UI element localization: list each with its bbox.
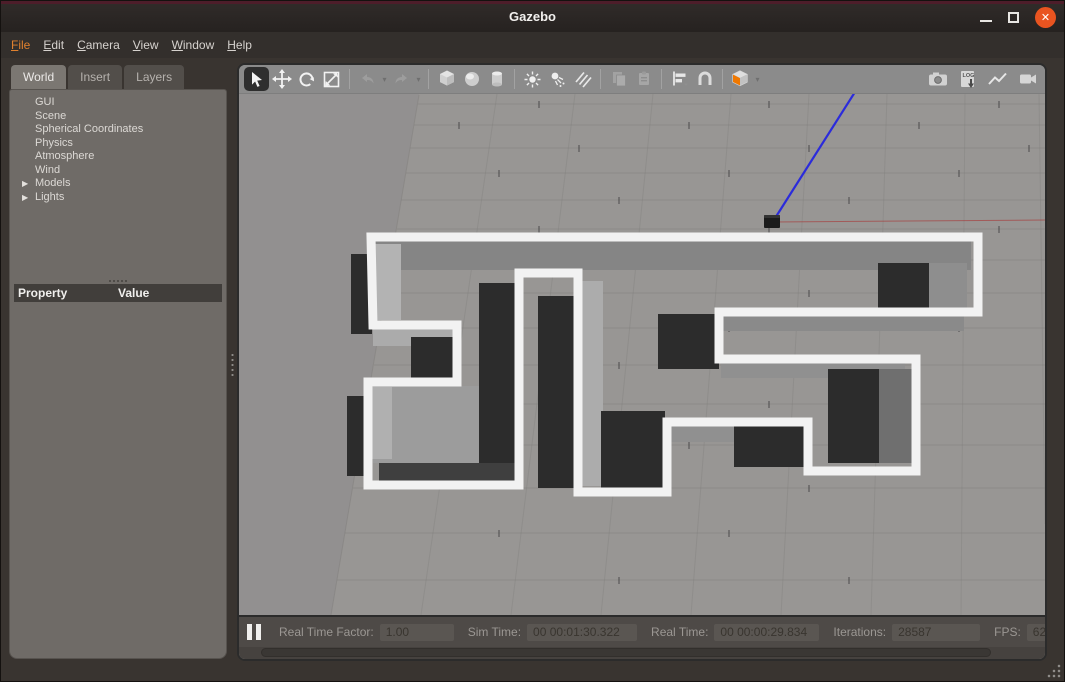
paste-button[interactable]: [631, 67, 656, 91]
render-viewport-widget: ▾ ▾: [237, 63, 1047, 661]
plot-button[interactable]: [985, 67, 1010, 91]
left-panel: World Insert Layers GUI Scene Spherical …: [9, 65, 227, 659]
simulation-statusbar: Real Time Factor: 1.00 Sim Time: 00 00:0…: [239, 615, 1045, 647]
tab-insert[interactable]: Insert: [68, 65, 122, 89]
screenshot-button[interactable]: [925, 67, 950, 91]
resize-grip[interactable]: [1047, 664, 1061, 678]
tree-item-wind[interactable]: Wind: [10, 164, 226, 178]
vertical-splitter-handle[interactable]: [229, 353, 235, 377]
insert-box-button[interactable]: [434, 67, 459, 91]
directional-light-button[interactable]: [570, 67, 595, 91]
world-panel-body: GUI Scene Spherical Coordinates Physics …: [9, 89, 227, 659]
fps-label: FPS:: [994, 625, 1021, 639]
translate-tool-button[interactable]: [269, 67, 294, 91]
maximize-button[interactable]: [1008, 12, 1019, 23]
expander-icon[interactable]: ▶: [22, 191, 28, 205]
window-title: Gazebo: [1, 4, 1064, 32]
tree-item-lights[interactable]: ▶Lights: [10, 191, 226, 205]
sim-time-label: Sim Time:: [468, 625, 521, 639]
snap-tool-button[interactable]: [692, 67, 717, 91]
value-column-header: Value: [118, 286, 149, 300]
spot-light-button[interactable]: [545, 67, 570, 91]
tree-item-gui[interactable]: GUI: [10, 96, 226, 110]
toolbar-separator: [661, 69, 662, 89]
toolbar-separator: [349, 69, 350, 89]
real-time-factor-label: Real Time Factor:: [279, 625, 374, 639]
world-tree: GUI Scene Spherical Coordinates Physics …: [10, 90, 226, 204]
undo-history-dropdown[interactable]: ▾: [380, 67, 389, 91]
fps-field: FPS: 62.25: [980, 624, 1047, 641]
insert-cylinder-button[interactable]: [484, 67, 509, 91]
select-tool-button[interactable]: [244, 67, 269, 91]
video-recording-button[interactable]: [1015, 67, 1040, 91]
sim-time-field: Sim Time: 00 00:01:30.322: [454, 624, 637, 641]
tree-item-spherical-coordinates[interactable]: Spherical Coordinates: [10, 123, 226, 137]
tree-item-atmosphere[interactable]: Atmosphere: [10, 150, 226, 164]
view-angle-dropdown[interactable]: ▾: [753, 67, 762, 91]
menu-window[interactable]: Window: [172, 38, 215, 52]
menubar: File Edit Camera View Window Help: [1, 32, 1064, 58]
titlebar[interactable]: Gazebo ✕: [1, 1, 1064, 32]
change-view-angle-button[interactable]: [728, 67, 753, 91]
tree-item-models[interactable]: ▶Models: [10, 177, 226, 191]
tree-item-physics[interactable]: Physics: [10, 137, 226, 151]
tab-world[interactable]: World: [11, 65, 66, 89]
toolbar-separator: [514, 69, 515, 89]
hscrollbar-thumb[interactable]: [261, 648, 991, 657]
toolbar-separator: [722, 69, 723, 89]
robot-box[interactable]: [764, 215, 780, 228]
menu-edit[interactable]: Edit: [43, 38, 64, 52]
close-button[interactable]: ✕: [1035, 7, 1056, 28]
menu-camera[interactable]: Camera: [77, 38, 120, 52]
horizontal-splitter-handle[interactable]: [107, 278, 129, 283]
undo-button[interactable]: [355, 67, 380, 91]
fps-value: 62.25: [1027, 624, 1047, 641]
menu-help[interactable]: Help: [227, 38, 252, 52]
sim-time-value: 00 00:01:30.322: [527, 624, 637, 641]
real-time-field: Real Time: 00 00:00:29.834: [637, 624, 819, 641]
redo-button[interactable]: [389, 67, 414, 91]
point-light-button[interactable]: [520, 67, 545, 91]
iterations-value: 28587: [892, 624, 980, 641]
menu-file[interactable]: File: [11, 38, 30, 52]
redo-history-dropdown[interactable]: ▾: [414, 67, 423, 91]
property-column-header: Property: [14, 286, 118, 300]
tree-item-scene[interactable]: Scene: [10, 110, 226, 124]
real-time-value: 00 00:00:29.834: [714, 624, 819, 641]
iterations-field: Iterations: 28587: [819, 624, 980, 641]
toolbar-separator: [428, 69, 429, 89]
real-time-factor-field: Real Time Factor: 1.00: [265, 624, 454, 641]
panel-tabs: World Insert Layers: [11, 65, 184, 89]
iterations-label: Iterations:: [833, 625, 886, 639]
viewport-hscrollbar[interactable]: [239, 647, 1045, 659]
gazebo-window: Gazebo ✕ File Edit Camera View Window He…: [0, 0, 1065, 682]
render-canvas[interactable]: [239, 94, 1045, 615]
expander-icon[interactable]: ▶: [22, 177, 28, 191]
pause-button[interactable]: [247, 624, 261, 640]
rotate-tool-button[interactable]: [294, 67, 319, 91]
property-table-header: Property Value: [14, 284, 222, 302]
menu-view[interactable]: View: [133, 38, 159, 52]
log-recording-button[interactable]: LOG: [955, 67, 980, 91]
minimize-button[interactable]: [980, 20, 992, 22]
toolbar-separator: [600, 69, 601, 89]
real-time-label: Real Time:: [651, 625, 708, 639]
real-time-factor-value: 1.00: [380, 624, 454, 641]
tab-layers[interactable]: Layers: [124, 65, 184, 89]
svg-text:LOG: LOG: [962, 73, 974, 79]
property-table-empty-area: [14, 302, 222, 652]
viewport-toolbar: ▾ ▾: [239, 65, 1045, 94]
insert-sphere-button[interactable]: [459, 67, 484, 91]
copy-button[interactable]: [606, 67, 631, 91]
scale-tool-button[interactable]: [319, 67, 344, 91]
scene-3d[interactable]: [239, 94, 1045, 615]
align-tool-button[interactable]: [667, 67, 692, 91]
